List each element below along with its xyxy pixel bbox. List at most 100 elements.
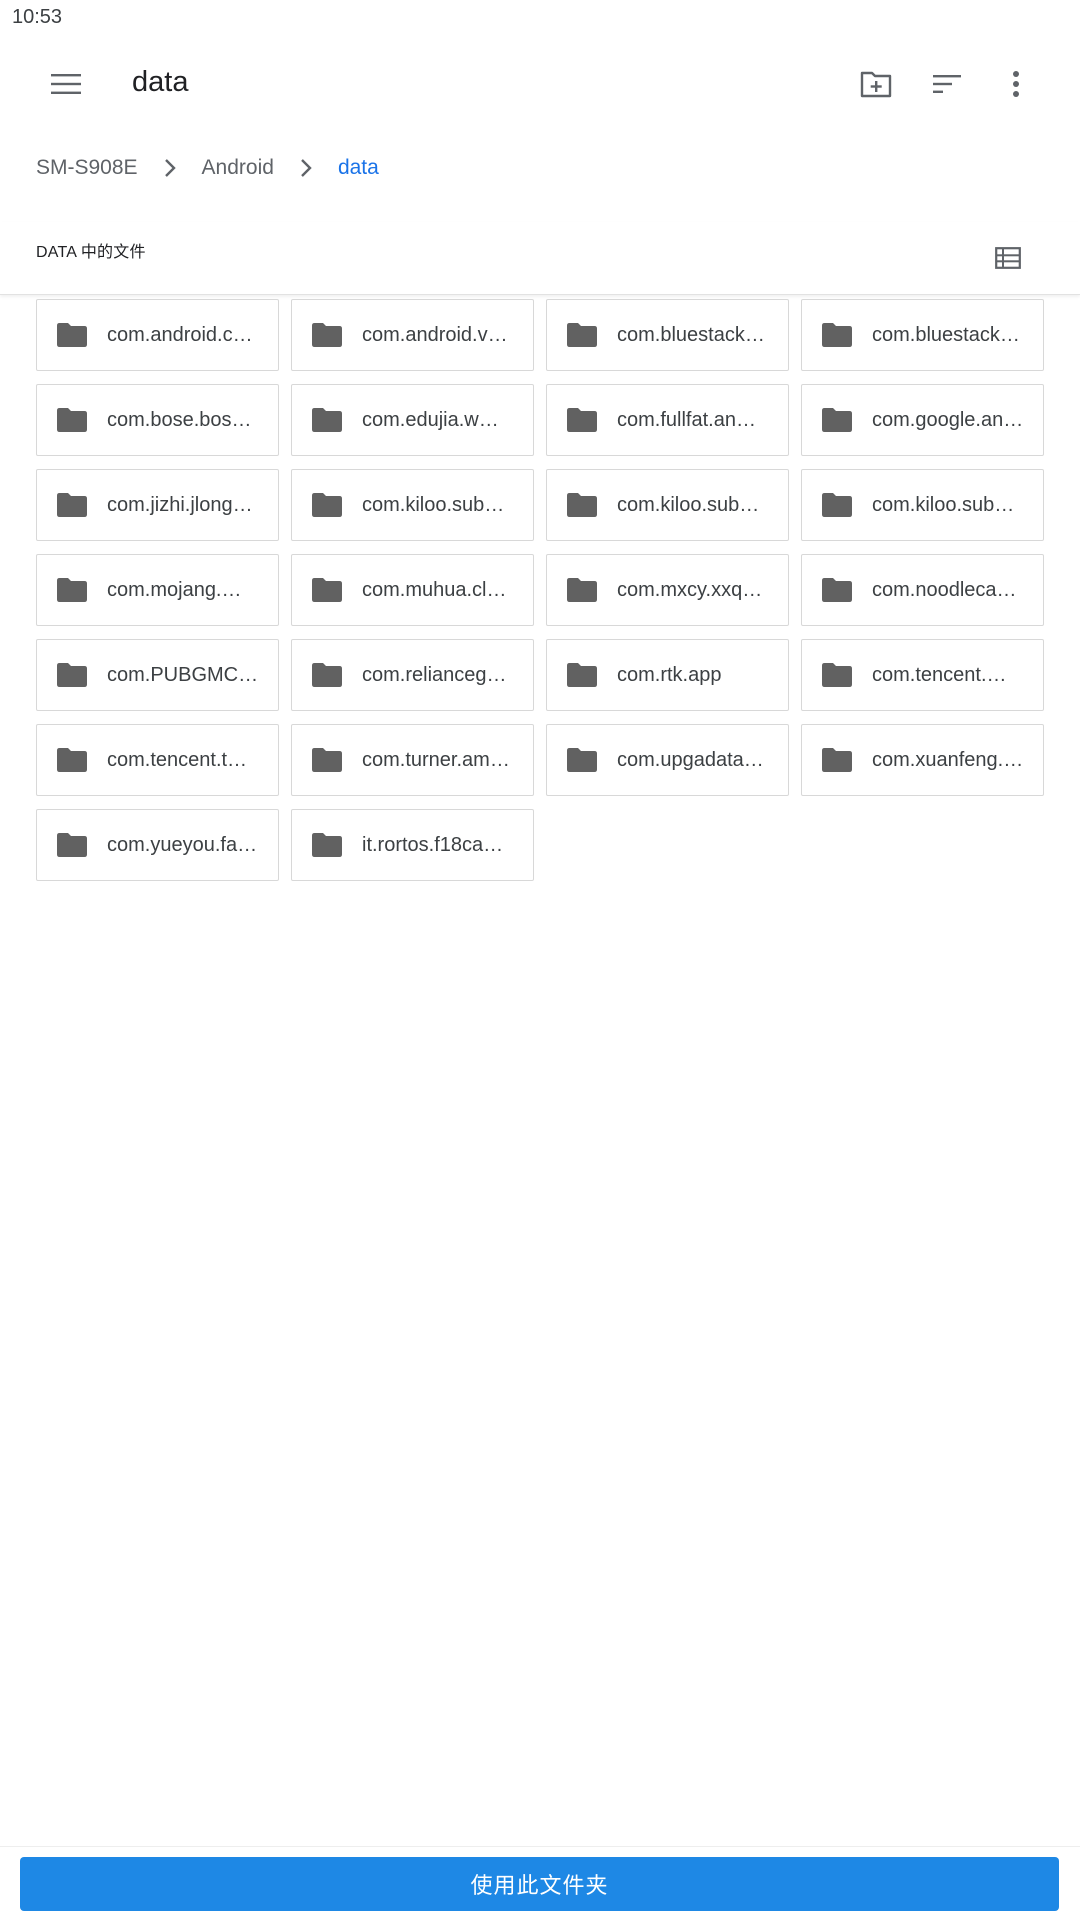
folder-item[interactable]: com.google.an…: [801, 384, 1044, 456]
folder-grid: com.android.c… com.android.v… com.bluestac…: [36, 299, 1046, 881]
menu-icon: [51, 73, 81, 95]
folder-label: com.tencent.t…: [107, 748, 248, 771]
folder-item[interactable]: com.tencent.…: [801, 639, 1044, 711]
toolbar: data: [0, 40, 1080, 128]
folder-icon: [820, 488, 854, 522]
folder-label: com.kiloo.sub…: [872, 493, 1015, 516]
folder-item[interactable]: com.xuanfeng.…: [801, 724, 1044, 796]
status-bar: 10:53: [0, 0, 1080, 38]
status-time: 10:53: [12, 6, 63, 28]
more-options-button[interactable]: [988, 56, 1044, 112]
folder-item[interactable]: com.yueyou.fa…: [36, 809, 279, 881]
folder-item[interactable]: com.fullfat.an…: [546, 384, 789, 456]
breadcrumb-item-android[interactable]: Android: [202, 156, 274, 180]
folder-item[interactable]: com.muhua.cl…: [291, 554, 534, 626]
folder-label: com.bluestack…: [872, 323, 1020, 346]
folder-icon: [310, 658, 344, 692]
folder-icon: [310, 488, 344, 522]
folder-label: com.kiloo.sub…: [362, 493, 505, 516]
sort-button[interactable]: [919, 56, 975, 112]
folder-item[interactable]: com.kiloo.sub…: [801, 469, 1044, 541]
create-new-folder-icon: [860, 70, 892, 98]
folder-icon: [565, 743, 599, 777]
folder-label: com.yueyou.fa…: [107, 833, 258, 856]
folder-label: com.android.c…: [107, 323, 253, 346]
folder-item[interactable]: com.kiloo.sub…: [546, 469, 789, 541]
folder-label: com.xuanfeng.…: [872, 748, 1024, 771]
folder-item[interactable]: com.bluestack…: [546, 299, 789, 371]
folder-item[interactable]: com.android.c…: [36, 299, 279, 371]
folder-item[interactable]: com.edujia.w…: [291, 384, 534, 456]
folder-label: it.rortos.f18ca…: [362, 833, 504, 856]
folder-item[interactable]: com.PUBGMC…: [36, 639, 279, 711]
menu-button[interactable]: [38, 56, 94, 112]
folder-item[interactable]: com.jizhi.jlong…: [36, 469, 279, 541]
breadcrumb: SM-S908E Android data: [0, 138, 1080, 198]
folder-label: com.bluestack…: [617, 323, 765, 346]
folder-label: com.relianceg…: [362, 663, 507, 686]
section-header: DATA 中的文件: [0, 222, 1080, 295]
folder-label: com.turner.am…: [362, 748, 510, 771]
folder-icon: [55, 658, 89, 692]
chevron-right-icon: [274, 158, 338, 178]
folder-icon: [55, 573, 89, 607]
folder-icon: [310, 318, 344, 352]
create-new-folder-button[interactable]: [848, 56, 904, 112]
folder-icon: [55, 743, 89, 777]
folder-icon: [820, 403, 854, 437]
folder-label: com.mxcy.xxq…: [617, 578, 763, 601]
folder-label: com.rtk.app: [617, 663, 722, 686]
folder-icon: [55, 318, 89, 352]
breadcrumb-item-data[interactable]: data: [338, 156, 379, 180]
folder-icon: [565, 488, 599, 522]
folder-icon: [565, 573, 599, 607]
sort-icon: [933, 74, 961, 94]
folder-item[interactable]: com.android.v…: [291, 299, 534, 371]
folder-label: com.kiloo.sub…: [617, 493, 760, 516]
breadcrumb-item-device[interactable]: SM-S908E: [36, 156, 138, 180]
list-view-button[interactable]: [980, 230, 1036, 286]
folder-icon: [820, 743, 854, 777]
more-vert-icon: [1012, 70, 1020, 98]
list-view-icon: [995, 247, 1021, 269]
folder-icon: [565, 318, 599, 352]
folder-icon: [310, 828, 344, 862]
folder-icon: [55, 488, 89, 522]
folder-item[interactable]: com.tencent.t…: [36, 724, 279, 796]
folder-item[interactable]: it.rortos.f18ca…: [291, 809, 534, 881]
folder-icon: [310, 573, 344, 607]
folder-item[interactable]: com.mojang.…: [36, 554, 279, 626]
folder-label: com.bose.bos…: [107, 408, 252, 431]
use-this-folder-button[interactable]: 使用此文件夹: [20, 1857, 1059, 1911]
folder-label: com.upgadata…: [617, 748, 764, 771]
folder-label: com.fullfat.an…: [617, 408, 756, 431]
folder-label: com.google.an…: [872, 408, 1024, 431]
folder-label: com.muhua.cl…: [362, 578, 507, 601]
bottom-bar: 使用此文件夹: [0, 1846, 1080, 1921]
folder-item[interactable]: com.upgadata…: [546, 724, 789, 796]
folder-item[interactable]: com.bose.bos…: [36, 384, 279, 456]
section-title: DATA 中的文件: [36, 244, 146, 261]
page-title: data: [132, 66, 189, 98]
folder-icon: [310, 743, 344, 777]
folder-icon: [820, 318, 854, 352]
folder-item[interactable]: com.noodleca…: [801, 554, 1044, 626]
folder-icon: [310, 403, 344, 437]
folder-icon: [820, 573, 854, 607]
folder-label: com.noodleca…: [872, 578, 1017, 601]
folder-label: com.mojang.…: [107, 578, 242, 601]
folder-item[interactable]: com.relianceg…: [291, 639, 534, 711]
folder-item[interactable]: com.bluestack…: [801, 299, 1044, 371]
folder-icon: [565, 403, 599, 437]
folder-item[interactable]: com.rtk.app: [546, 639, 789, 711]
folder-label: com.PUBGMC…: [107, 663, 259, 686]
folder-item[interactable]: com.kiloo.sub…: [291, 469, 534, 541]
folder-icon: [55, 828, 89, 862]
folder-label: com.jizhi.jlong…: [107, 493, 253, 516]
folder-icon: [55, 403, 89, 437]
folder-label: com.edujia.w…: [362, 408, 499, 431]
folder-item[interactable]: com.turner.am…: [291, 724, 534, 796]
folder-label: com.android.v…: [362, 323, 508, 346]
chevron-right-icon: [138, 158, 202, 178]
folder-item[interactable]: com.mxcy.xxq…: [546, 554, 789, 626]
